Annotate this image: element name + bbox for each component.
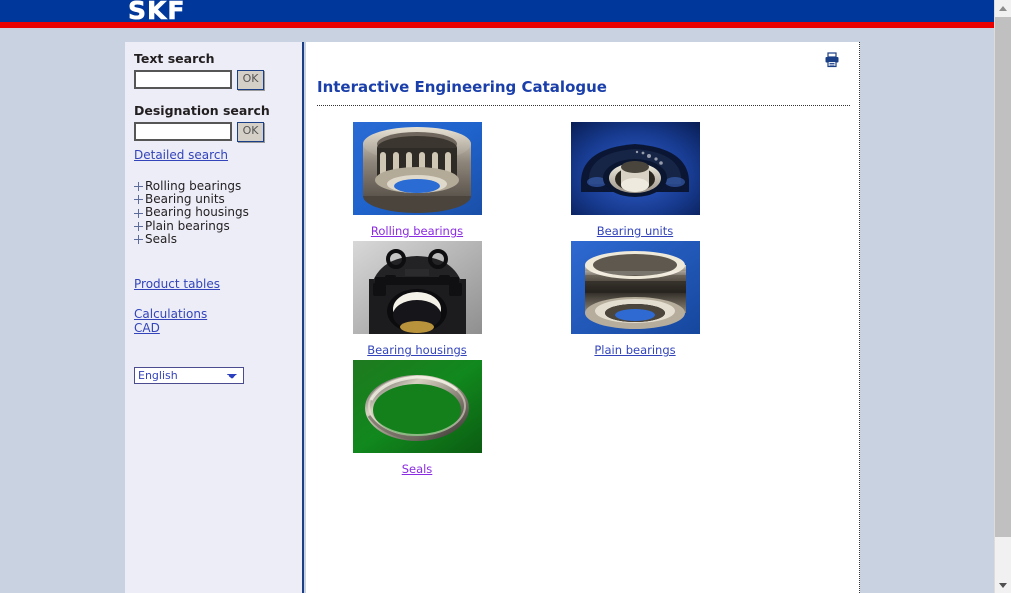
expand-plus-icon[interactable] (134, 182, 143, 191)
scrollbar-thumb[interactable] (995, 17, 1011, 537)
brand-band: SKF (0, 0, 995, 22)
category-link-plain-bearings[interactable]: Plain bearings (594, 343, 675, 357)
page-title: Interactive Engineering Catalogue (317, 78, 850, 106)
designation-search-row: OK (134, 122, 302, 142)
category-card-bearing-units[interactable]: Bearing units (535, 122, 735, 239)
detailed-search-link[interactable]: Detailed search (134, 148, 228, 162)
sidebar-links: Product tables Calculations CAD (134, 277, 302, 335)
language-select[interactable]: English (134, 367, 244, 384)
tree-item-label: Seals (145, 233, 177, 246)
bearing-housings-photo[interactable] (353, 241, 482, 334)
category-link-seals[interactable]: Seals (402, 462, 433, 476)
seals-photo[interactable] (353, 360, 482, 453)
bearing-units-photo[interactable] (571, 122, 700, 215)
content-panel: Interactive Engineering Catalogue (306, 42, 860, 593)
category-link-bearing-units[interactable]: Bearing units (597, 224, 673, 238)
product-tables-link[interactable]: Product tables (134, 277, 302, 291)
links-spacer (134, 291, 302, 307)
text-search-input[interactable] (134, 70, 232, 89)
expand-plus-icon[interactable] (134, 195, 143, 204)
text-search-row: OK (134, 70, 302, 90)
designation-search-input[interactable] (134, 122, 232, 141)
scroll-down-arrow-icon[interactable] (995, 577, 1011, 593)
category-link-rolling-bearings[interactable]: Rolling bearings (371, 224, 463, 238)
search-spacer (134, 90, 302, 103)
rolling-bearings-photo[interactable] (353, 122, 482, 215)
expand-plus-icon[interactable] (134, 209, 143, 218)
vertical-scrollbar[interactable] (994, 0, 1011, 593)
category-link-bearing-housings[interactable]: Bearing housings (367, 343, 467, 357)
designation-search-label: Designation search (134, 103, 302, 118)
expand-plus-icon[interactable] (134, 235, 143, 244)
category-card-bearing-housings[interactable]: Bearing housings (317, 241, 517, 358)
tree-item-seals[interactable]: Seals (134, 233, 302, 246)
category-card-plain-bearings[interactable]: Plain bearings (535, 241, 735, 358)
browser-page: SKF Text search OK Designation search OK… (0, 0, 1011, 593)
text-search-ok-button[interactable]: OK (237, 70, 264, 90)
language-selector-wrap: English (134, 364, 302, 384)
category-tree: Rolling bearings Bearing units Bearing h… (134, 180, 302, 246)
brand-underline-gap (0, 28, 995, 33)
scroll-up-arrow-icon[interactable] (995, 0, 1011, 16)
tree-item-plain-bearings[interactable]: Plain bearings (134, 220, 302, 233)
category-card-seals[interactable]: Seals (317, 360, 517, 477)
tree-item-label: Bearing housings (145, 206, 249, 219)
tree-item-bearing-housings[interactable]: Bearing housings (134, 206, 302, 219)
expand-plus-icon[interactable] (134, 222, 143, 231)
printer-icon[interactable] (824, 52, 840, 68)
calculations-link[interactable]: Calculations (134, 307, 302, 321)
plain-bearings-photo[interactable] (571, 241, 700, 334)
cad-link[interactable]: CAD (134, 321, 302, 335)
text-search-label: Text search (134, 51, 302, 66)
category-card-rolling-bearings[interactable]: Rolling bearings (317, 122, 517, 239)
sidebar: Text search OK Designation search OK Det… (125, 42, 304, 593)
designation-search-ok-button[interactable]: OK (237, 122, 264, 142)
tree-item-label: Plain bearings (145, 220, 230, 233)
